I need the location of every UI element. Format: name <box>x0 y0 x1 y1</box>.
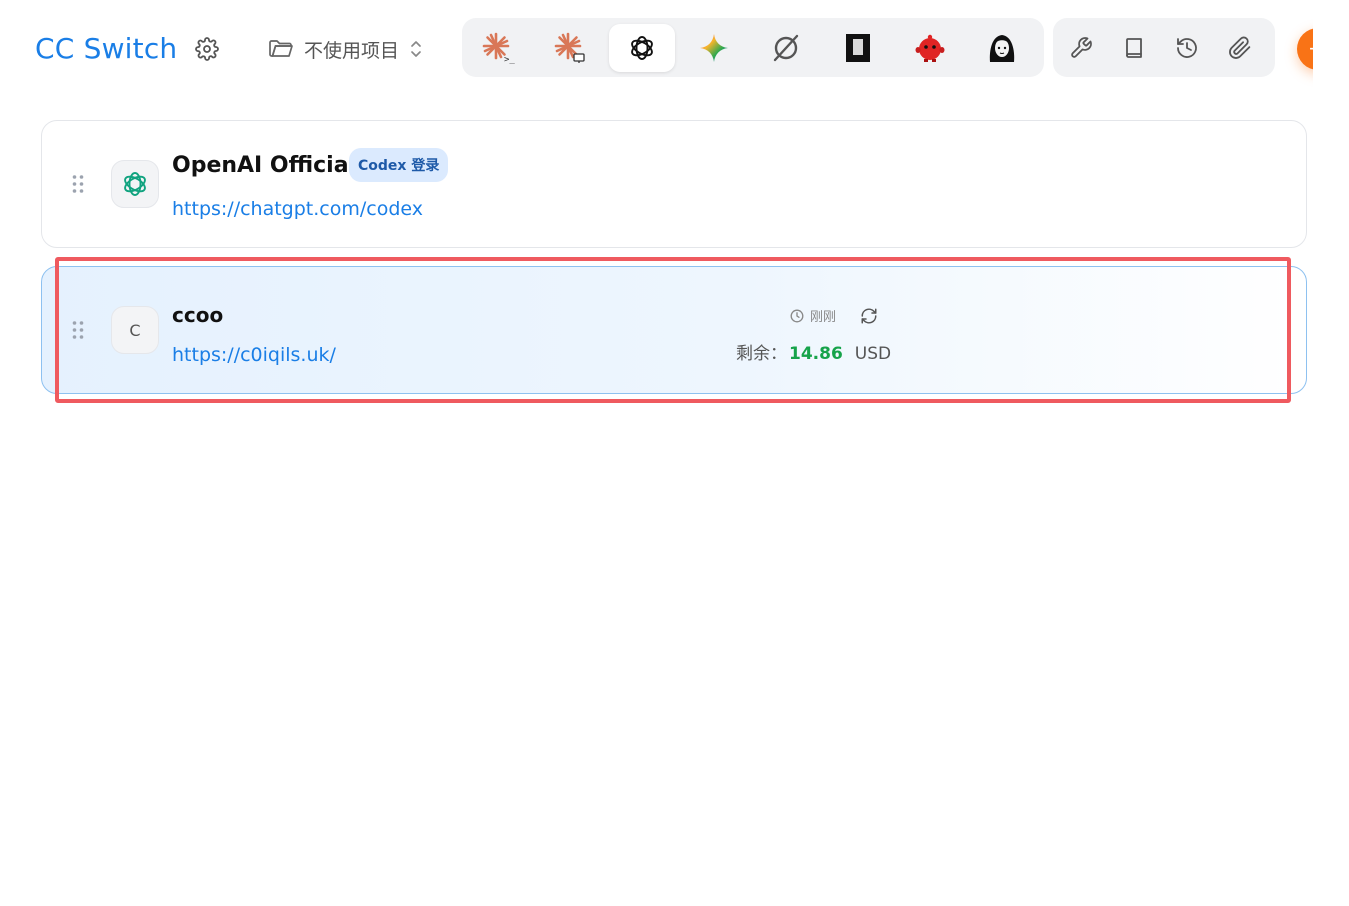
action-group <box>1053 18 1275 77</box>
tab-opencode[interactable] <box>753 24 819 72</box>
provider-avatar: C <box>111 306 159 354</box>
chevron-updown-icon <box>411 41 421 57</box>
claude-desktop-icon <box>554 32 585 63</box>
wrench-icon <box>1071 36 1093 58</box>
attachments-button[interactable] <box>1222 30 1257 66</box>
red-bot-icon <box>915 34 945 62</box>
tab-red-bot[interactable] <box>897 24 963 72</box>
window-edge <box>1313 0 1349 906</box>
provider-avatar <box>111 160 159 208</box>
tab-terminal[interactable] <box>825 24 891 72</box>
tool-tabs: >_ <box>462 18 1044 77</box>
openai-icon <box>124 172 146 196</box>
gemini-icon <box>700 33 728 62</box>
refresh-icon <box>861 308 877 324</box>
gear-icon <box>195 37 219 61</box>
usage-updated-text: 刚刚 <box>810 309 837 324</box>
codex-login-badge: Codex 登录 <box>349 148 449 182</box>
drag-handle-icon[interactable] <box>71 174 85 194</box>
girl-portrait-icon <box>989 34 1015 62</box>
project-select-label: 不使用项目 <box>304 39 400 62</box>
book-icon <box>1126 37 1143 58</box>
provider-url-link[interactable]: https://chatgpt.com/codex <box>172 198 423 220</box>
balance-currency: USD <box>854 344 892 364</box>
opencode-icon <box>773 34 799 61</box>
paperclip-icon <box>1228 36 1250 59</box>
refresh-usage-button[interactable] <box>858 305 880 327</box>
folder-icon <box>269 40 293 57</box>
avatar-letter: C <box>129 320 141 340</box>
settings-button[interactable] <box>193 35 221 63</box>
openai-icon <box>631 35 653 60</box>
drag-handle-icon[interactable] <box>71 320 85 340</box>
tab-gemini[interactable] <box>681 24 747 72</box>
provider-name: OpenAI Official <box>172 153 357 178</box>
tab-codex[interactable] <box>609 23 675 72</box>
tab-avatar-girl[interactable] <box>969 24 1035 72</box>
tools-button[interactable] <box>1064 30 1099 66</box>
usage-updated: 刚刚 <box>790 306 836 325</box>
balance-amount: 14.86 <box>789 344 843 364</box>
tab-claude-desktop[interactable] <box>537 24 603 72</box>
claude-terminal-icon: >_ <box>482 32 515 65</box>
provider-name: ccoo <box>172 303 224 327</box>
provider-url-link[interactable]: https://c0iqils.uk/ <box>172 344 336 366</box>
provider-card[interactable]: OpenAI Official Codex 登录 https://chatgpt… <box>41 120 1307 248</box>
clock-icon <box>790 309 804 322</box>
balance-label: 剩余： <box>736 344 787 364</box>
history-icon <box>1176 37 1197 58</box>
history-button[interactable] <box>1170 30 1205 66</box>
provider-card-selected[interactable]: C ccoo https://c0iqils.uk/ 刚刚 剩余： 14.86 … <box>41 266 1307 394</box>
tab-claude-code[interactable]: >_ <box>465 24 531 72</box>
app-header: CC Switch 不使用项目 >_ <box>0 0 1349 100</box>
svg-text:>_: >_ <box>504 55 515 65</box>
project-select[interactable]: 不使用项目 <box>268 33 423 65</box>
balance-row: 剩余： 14.86 USD <box>736 339 891 364</box>
terminal-block-icon <box>846 33 870 62</box>
app-title: CC Switch <box>35 32 178 65</box>
docs-button[interactable] <box>1117 30 1152 66</box>
